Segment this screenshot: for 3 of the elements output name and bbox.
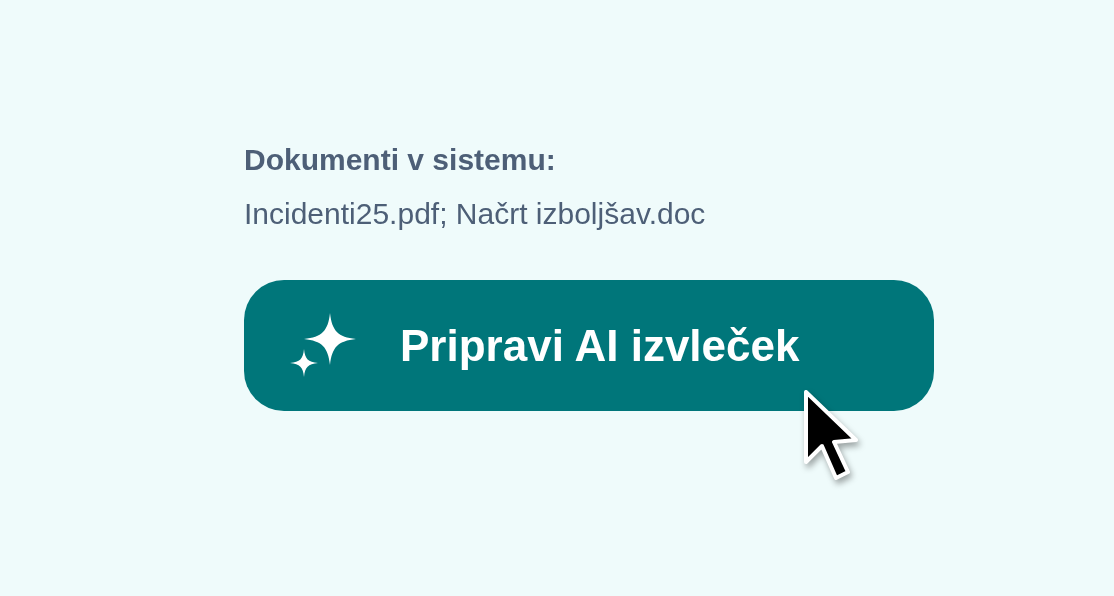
- generate-summary-button[interactable]: Pripravi AI izvleček: [244, 280, 934, 411]
- document-list: Incidenti25.pdf; Načrt izboljšav.doc: [244, 194, 706, 234]
- section-heading: Dokumenti v sistemu:: [244, 142, 556, 178]
